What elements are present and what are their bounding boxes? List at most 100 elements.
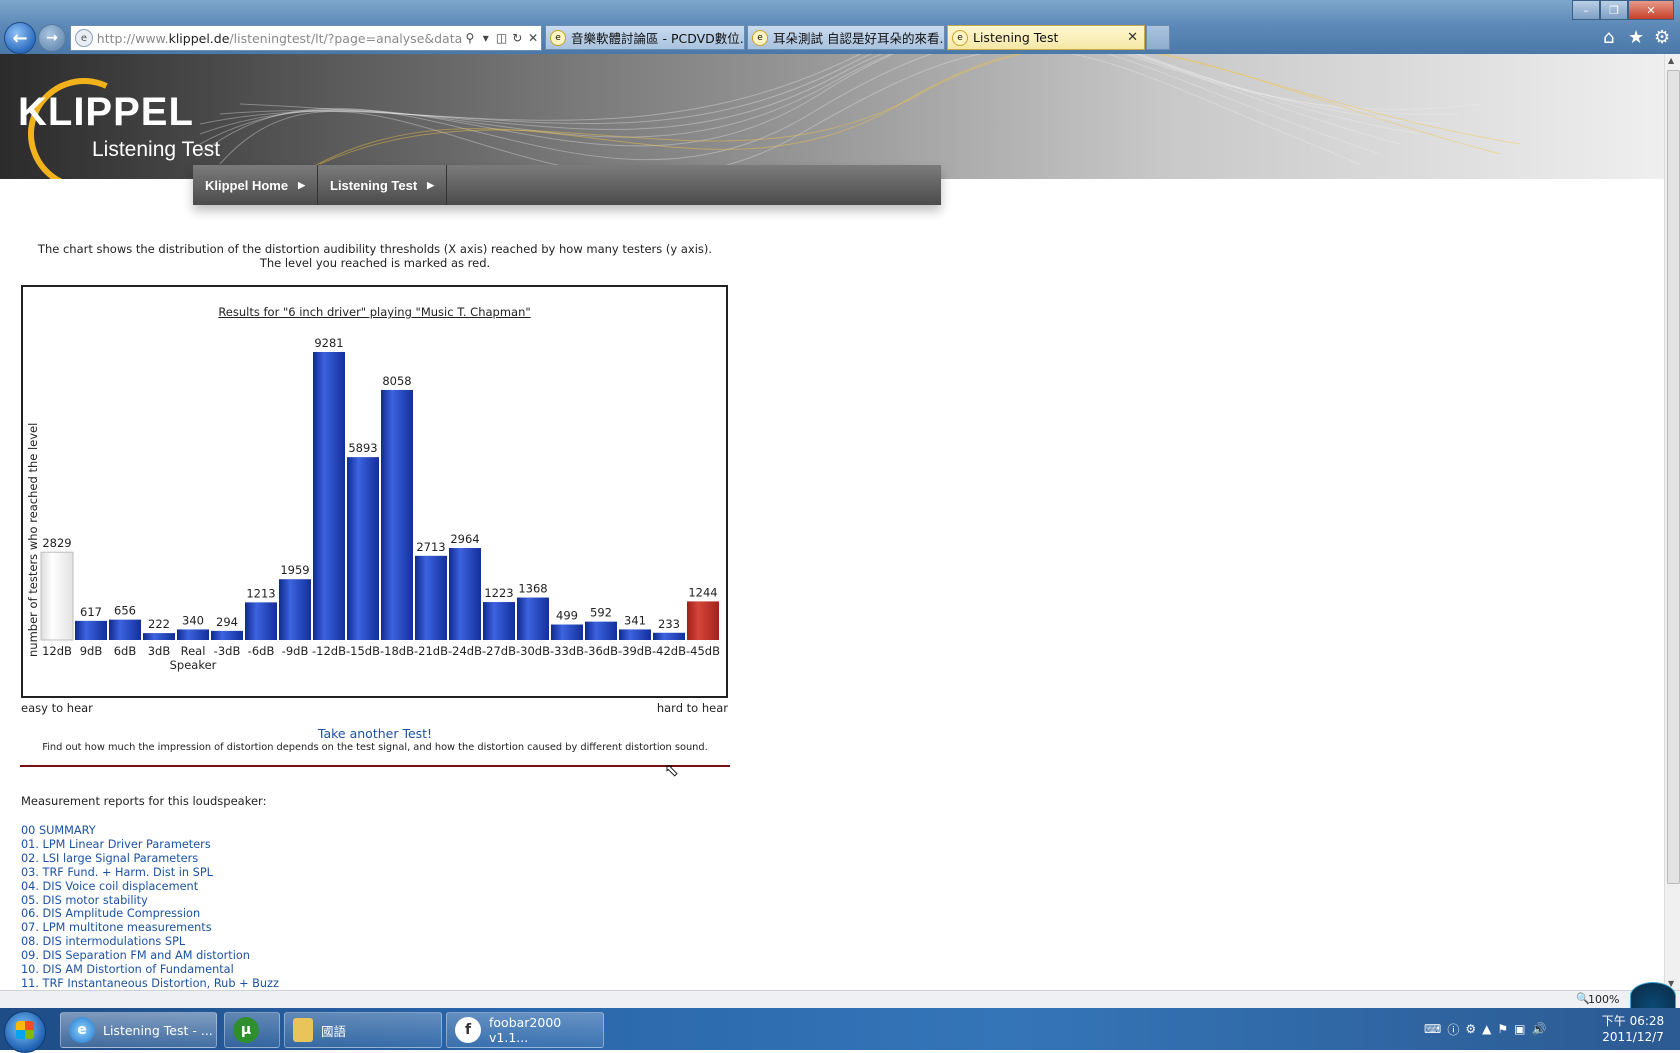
flag-icon[interactable]: ⚑ xyxy=(1497,1022,1508,1036)
hard-to-hear-label: hard to hear xyxy=(656,701,728,715)
bar-value-label: 1368 xyxy=(518,582,547,596)
scroll-up-icon[interactable]: ▲ xyxy=(1668,56,1674,65)
bar-value-label: 2964 xyxy=(450,532,479,546)
search-icon[interactable]: ⚲ xyxy=(462,31,478,45)
vertical-scrollbar[interactable]: ▲ ▼ xyxy=(1664,54,1680,990)
x-tick-label: -39dB xyxy=(618,644,652,658)
nav-listening-test[interactable]: Listening Test ▶ xyxy=(318,165,448,205)
report-link[interactable]: 03. TRF Fund. + Harm. Dist in SPL xyxy=(21,866,279,880)
x-tick-label: 3dB xyxy=(148,644,171,658)
browser-tab-1[interactable]: e 音樂軟體討論區 - PCDVD數位... xyxy=(545,25,745,50)
taskbar-item-ie[interactable]: e Listening Test - ... xyxy=(60,1012,217,1048)
report-link[interactable]: 08. DIS intermodulations SPL xyxy=(21,935,279,949)
x-tick-label: -27dB xyxy=(482,644,516,658)
logo-wordmark[interactable]: KLIPPEL xyxy=(18,90,194,135)
close-window-button[interactable]: ✕ xyxy=(1628,0,1674,20)
stop-icon[interactable]: ✕ xyxy=(525,31,541,45)
x-tick-label: 6dB xyxy=(114,644,137,658)
forward-button[interactable]: → xyxy=(38,24,66,52)
report-link[interactable]: 01. LPM Linear Driver Parameters xyxy=(21,838,279,852)
site-favicon-icon: e xyxy=(752,29,768,46)
report-link[interactable]: 09. DIS Separation FM and AM distortion xyxy=(21,949,279,963)
refresh-icon[interactable]: ↻ xyxy=(509,31,525,45)
windows-logo-icon xyxy=(16,1021,34,1039)
chevron-up-icon[interactable]: ▲ xyxy=(1482,1022,1491,1036)
bar-value-label: 2713 xyxy=(416,540,445,554)
nav-klippel-home[interactable]: Klippel Home ▶ xyxy=(193,165,318,205)
report-link[interactable]: 04. DIS Voice coil displacement xyxy=(21,880,279,894)
compat-view-icon[interactable]: ◫ xyxy=(494,31,510,45)
keyboard-icon[interactable]: ⌨ xyxy=(1424,1022,1441,1036)
bar-value-label: 1244 xyxy=(688,585,717,599)
site-nav: Klippel Home ▶ Listening Test ▶ xyxy=(193,165,941,205)
zoom-level[interactable]: 100% xyxy=(1588,993,1619,1006)
bar-value-label: 340 xyxy=(182,613,204,627)
language-icon[interactable]: ⚙ xyxy=(1465,1022,1476,1036)
report-link[interactable]: 10. DIS AM Distortion of Fundamental xyxy=(21,963,279,977)
x-tick-label: -36dB xyxy=(584,644,618,658)
chart-intro: The chart shows the distribution of the … xyxy=(37,242,713,270)
bar-value-label: 656 xyxy=(114,604,136,618)
scrollbar-thumb[interactable] xyxy=(1667,70,1680,884)
taskbar-item-folder[interactable]: 國語 xyxy=(284,1012,442,1048)
bar-value-label: 592 xyxy=(590,606,612,620)
home-icon[interactable]: ⌂ xyxy=(1603,27,1614,48)
chart-bar xyxy=(687,601,719,640)
chart-bar xyxy=(347,457,379,640)
new-tab-button[interactable] xyxy=(1146,25,1170,50)
chart-bar xyxy=(40,551,74,641)
site-header-banner: KLIPPEL Listening Test xyxy=(0,54,1664,179)
x-tick-label: -24dB xyxy=(448,644,482,658)
favorites-star-icon[interactable]: ★ xyxy=(1628,27,1644,48)
report-link[interactable]: 07. LPM multitone measurements xyxy=(21,921,279,935)
system-clock[interactable]: 下午 06:28 2011/12/7 xyxy=(1598,1013,1668,1045)
report-link[interactable]: 11. TRF Instantaneous Distortion, Rub + … xyxy=(21,977,279,990)
mouse-cursor-icon: ⬁ xyxy=(664,760,680,781)
bar-value-label: 5893 xyxy=(348,441,377,455)
taskbar-item-foobar[interactable]: f foobar2000 v1.1... xyxy=(446,1012,604,1048)
chart-bar xyxy=(313,352,345,640)
site-favicon-icon: e xyxy=(952,29,968,46)
x-tick-label: Real xyxy=(181,644,206,658)
bar-value-label: 1959 xyxy=(280,563,309,577)
report-link[interactable]: 05. DIS motor stability xyxy=(21,894,279,908)
arrow-left-icon: ← xyxy=(12,27,28,49)
taskbar-item-utorrent[interactable]: µ xyxy=(224,1012,280,1048)
browser-tab-active[interactable]: e Listening Test ✕ xyxy=(947,25,1145,50)
take-another-test-link[interactable]: Take another Test! xyxy=(20,726,730,741)
volume-icon[interactable]: 🔊 xyxy=(1531,1022,1546,1036)
chart-bar xyxy=(517,597,549,640)
report-link[interactable]: 06. DIS Amplitude Compression xyxy=(21,907,279,921)
taskbar: e Listening Test - ... µ 國語 f foobar2000… xyxy=(0,1008,1680,1053)
site-favicon-icon: e xyxy=(550,29,566,46)
x-tick-label: Speaker xyxy=(170,658,217,672)
restore-button[interactable]: ❐ xyxy=(1600,0,1628,20)
window-controls: – ❐ ✕ xyxy=(1572,0,1674,20)
network-icon[interactable]: ▣ xyxy=(1514,1022,1525,1036)
triangle-right-icon: ▶ xyxy=(427,179,435,190)
minimize-button[interactable]: – xyxy=(1572,0,1600,20)
ie-icon: e xyxy=(69,1017,95,1043)
chevron-down-icon[interactable]: ▾ xyxy=(478,31,494,45)
bar-value-label: 8058 xyxy=(382,374,411,388)
chart-bar xyxy=(143,633,175,640)
address-url[interactable]: http://www.klippel.de/listeningtest/lt/?… xyxy=(97,31,462,46)
report-link[interactable]: 02. LSI large Signal Parameters xyxy=(21,852,279,866)
start-button[interactable] xyxy=(4,1011,46,1053)
back-button[interactable]: ← xyxy=(4,22,36,54)
help-icon[interactable]: ⓘ xyxy=(1447,1021,1459,1038)
chart-bar xyxy=(75,620,107,640)
section-divider xyxy=(20,765,730,767)
browser-chrome: ← → e http://www.klippel.de/listeningtes… xyxy=(0,0,1680,54)
chart-bar xyxy=(245,602,277,640)
address-bar[interactable]: e http://www.klippel.de/listeningtest/lt… xyxy=(70,25,542,51)
x-tick-label: -30dB xyxy=(516,644,550,658)
browser-tab-2[interactable]: e 耳朵測試 自認是好耳朵的來看... xyxy=(747,25,945,50)
y-axis-label: number of testers who reached the level xyxy=(26,423,40,657)
chart-bar xyxy=(483,602,515,640)
another-test-description: Find out how much the impression of dist… xyxy=(42,742,708,753)
report-link[interactable]: 00 SUMMARY xyxy=(21,824,279,838)
easy-to-hear-label: easy to hear xyxy=(21,701,93,715)
close-tab-icon[interactable]: ✕ xyxy=(1127,30,1138,45)
gear-icon[interactable]: ⚙ xyxy=(1654,27,1670,48)
